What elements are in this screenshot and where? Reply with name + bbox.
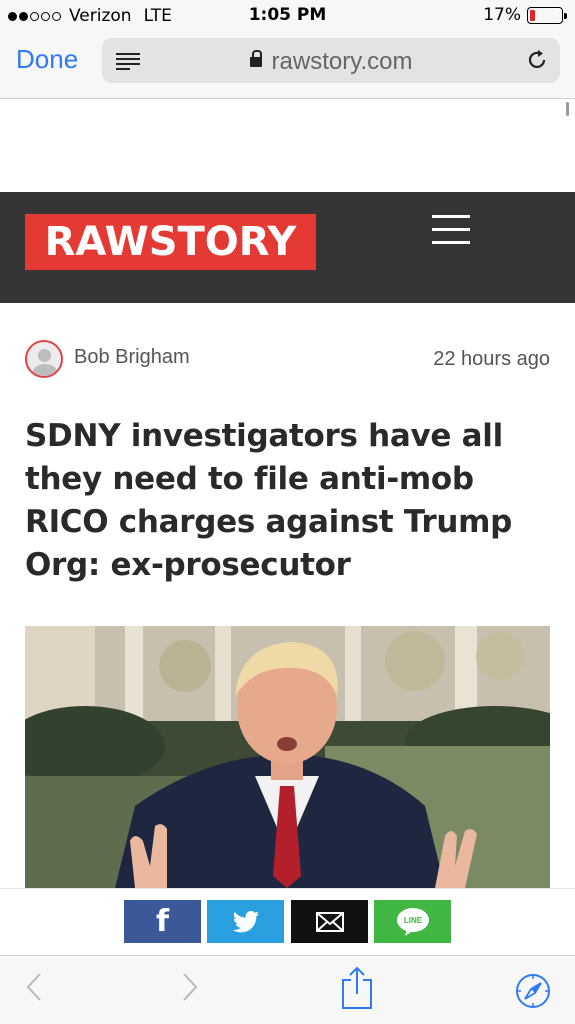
forward-arrow-icon[interactable] — [180, 970, 200, 1004]
author-avatar[interactable] — [25, 340, 63, 378]
url-text: rawstory.com — [271, 48, 413, 75]
battery-icon — [527, 6, 567, 24]
article-photo[interactable] — [25, 626, 550, 888]
done-button[interactable]: Done — [16, 44, 78, 75]
battery-percent: 17% — [483, 5, 521, 25]
twitter-share-button[interactable] — [207, 900, 284, 943]
publish-time: 22 hours ago — [433, 348, 550, 370]
site-logo[interactable]: RAWSTORY — [25, 214, 316, 270]
twitter-bird-icon — [232, 910, 259, 932]
open-in-safari-compass-icon[interactable] — [515, 973, 551, 1009]
browser-top-bar: Done rawstory.com — [0, 32, 575, 99]
facebook-share-button[interactable]: f — [124, 900, 201, 943]
envelope-icon — [315, 911, 344, 932]
facebook-icon: f — [155, 904, 170, 939]
share-icon[interactable] — [340, 966, 374, 1010]
author-name[interactable]: Bob Brigham — [74, 346, 190, 369]
status-bar: Verizon LTE 1:05 PM 17% — [0, 0, 575, 32]
logo-text: RAWSTORY — [44, 219, 297, 265]
line-icon: LINE — [396, 907, 429, 936]
share-bar: f LINE — [0, 888, 575, 954]
reload-icon[interactable] — [526, 49, 548, 71]
battery-fill — [530, 9, 536, 21]
email-share-button[interactable] — [291, 900, 368, 943]
address-bar[interactable]: rawstory.com — [102, 38, 560, 83]
back-arrow-icon[interactable] — [24, 970, 44, 1004]
article-byline: Bob Brigham 22 hours ago — [25, 340, 550, 380]
status-bar-right: 17% — [483, 5, 567, 25]
line-share-button[interactable]: LINE — [374, 900, 451, 943]
browser-bottom-toolbar — [0, 955, 575, 1024]
scroll-indicator — [566, 102, 569, 116]
lock-icon — [249, 50, 262, 70]
article-headline: SDNY investigators have all they need to… — [25, 418, 512, 583]
article-photo-illustration — [25, 626, 550, 888]
line-label: LINE — [403, 916, 422, 925]
site-header: RAWSTORY — [0, 192, 575, 303]
hamburger-menu-icon[interactable] — [432, 215, 470, 254]
address-display[interactable]: rawstory.com — [102, 48, 560, 76]
